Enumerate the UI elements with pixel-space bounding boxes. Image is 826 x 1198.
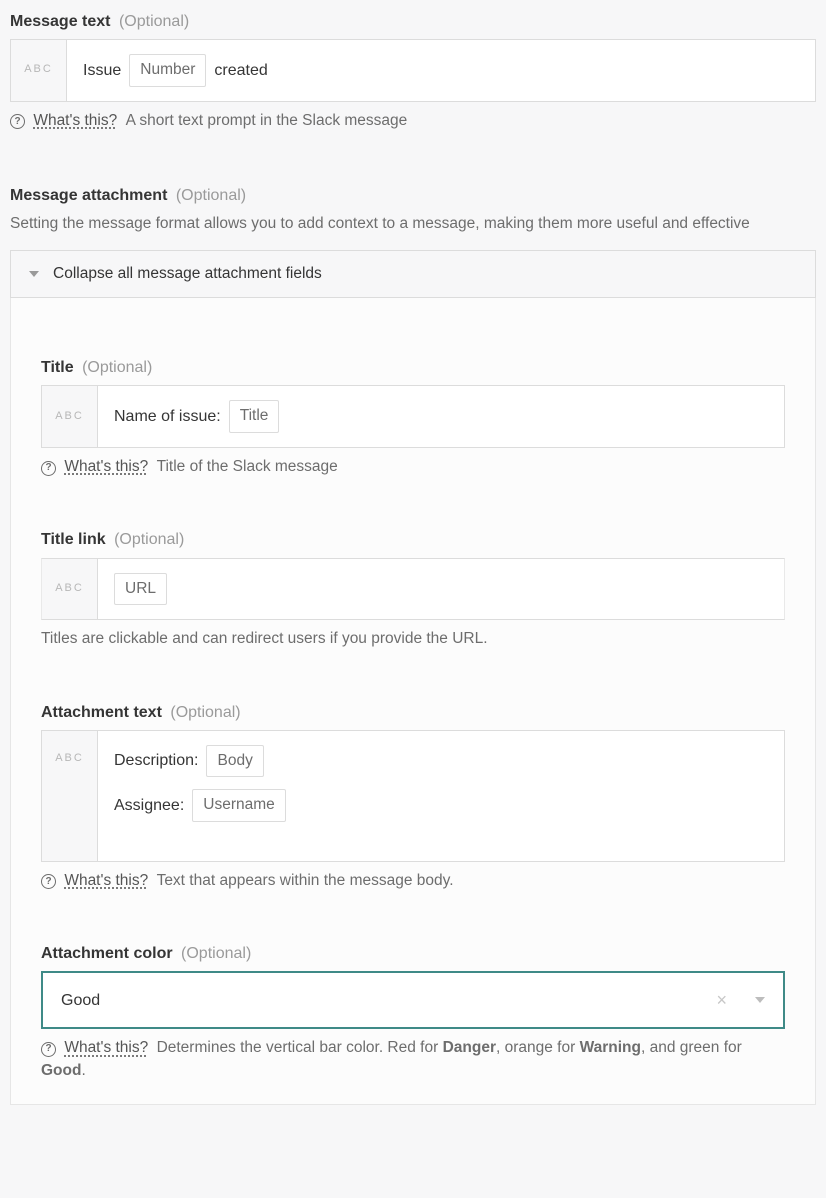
help-icon: ? (10, 114, 25, 129)
chevron-down-icon (755, 997, 765, 1003)
message-attachment-label: Message attachment (10, 187, 167, 204)
message-text-value-prefix: Issue (83, 59, 121, 82)
clear-icon[interactable]: × (716, 987, 727, 1013)
message-attachment-desc: Setting the message format allows you to… (10, 213, 816, 235)
collapse-label: Collapse all message attachment fields (53, 263, 322, 285)
help-icon: ? (41, 1042, 56, 1057)
attachment-color-select[interactable]: Good × (41, 971, 785, 1029)
username-token[interactable]: Username (192, 789, 286, 821)
attachment-text-input[interactable]: ABC Description: Body Assignee: Username (41, 730, 785, 862)
title-link-note: Titles are clickable and can redirect us… (41, 628, 785, 650)
optional-tag: (Optional) (176, 187, 246, 204)
title-label: Title (41, 359, 74, 376)
title-help: Title of the Slack message (157, 458, 338, 475)
help-icon: ? (41, 461, 56, 476)
title-token[interactable]: Title (229, 400, 280, 432)
optional-tag: (Optional) (119, 13, 189, 30)
title-link-input[interactable]: ABC URL (41, 558, 785, 620)
title-value-prefix: Name of issue: (114, 405, 221, 428)
message-text-help: A short text prompt in the Slack message (126, 112, 408, 129)
optional-tag: (Optional) (170, 704, 240, 721)
message-text-label: Message text (10, 13, 111, 30)
attachment-text-line2-prefix: Assignee: (114, 794, 184, 817)
abc-icon: ABC (42, 731, 98, 861)
help-icon: ? (41, 874, 56, 889)
abc-icon: ABC (42, 559, 98, 619)
whats-this-link[interactable]: What's this? (33, 112, 117, 129)
attachment-color-value: Good (61, 989, 716, 1012)
url-token[interactable]: URL (114, 573, 167, 605)
attachment-text-line1-prefix: Description: (114, 749, 198, 772)
attachment-color-label: Attachment color (41, 945, 173, 962)
whats-this-link[interactable]: What's this? (64, 458, 148, 475)
title-link-label: Title link (41, 531, 106, 548)
attachment-text-label: Attachment text (41, 704, 162, 721)
abc-icon: ABC (11, 40, 67, 100)
message-text-value-suffix: created (214, 59, 267, 82)
number-token[interactable]: Number (129, 54, 206, 86)
body-token[interactable]: Body (206, 745, 263, 777)
collapse-attachment-fields-button[interactable]: Collapse all message attachment fields (10, 250, 816, 298)
optional-tag: (Optional) (181, 945, 251, 962)
whats-this-link[interactable]: What's this? (64, 1039, 148, 1056)
chevron-down-icon (29, 271, 39, 277)
optional-tag: (Optional) (82, 359, 152, 376)
attachment-fields-panel: Title (Optional) ABC Name of issue: Titl… (10, 298, 816, 1105)
message-text-input[interactable]: ABC Issue Number created (10, 39, 816, 101)
whats-this-link[interactable]: What's this? (64, 872, 148, 889)
optional-tag: (Optional) (114, 531, 184, 548)
title-input[interactable]: ABC Name of issue: Title (41, 385, 785, 447)
attachment-text-help: Text that appears within the message bod… (157, 872, 454, 889)
abc-icon: ABC (42, 386, 98, 446)
